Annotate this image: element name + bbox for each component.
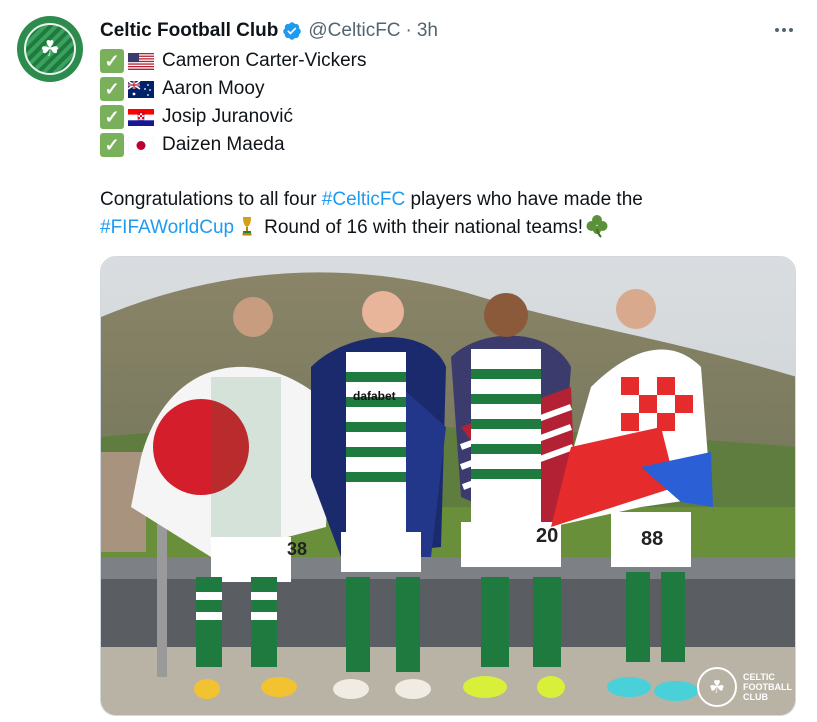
player-name: Josip Juranović xyxy=(162,106,293,127)
list-item: ✓ Daizen Maeda xyxy=(100,131,366,159)
shirt-number: 20 xyxy=(536,525,558,547)
shamrock-icon xyxy=(586,215,608,238)
display-name[interactable]: Celtic Football Club xyxy=(100,20,278,42)
celtic-crest-icon: ☘ xyxy=(24,23,76,75)
celtic-watermark: ☘ CELTIC FOOTBALL CLUB xyxy=(697,667,792,707)
tweet-text-part: Congratulations to all four xyxy=(100,189,322,210)
avatar[interactable]: ☘ xyxy=(17,16,83,82)
list-item: ✓ Cameron Carter-Vickers xyxy=(100,47,366,75)
tweet-photo[interactable]: 38 dafabet 20 88 ☘ CELTIC FOOTBALL CLUB xyxy=(100,256,796,716)
handle[interactable]: @CelticFC xyxy=(308,20,400,42)
check-mark-icon: ✓ xyxy=(100,77,124,101)
celtic-crest-icon: ☘ xyxy=(697,667,737,707)
japan-flag-icon xyxy=(128,136,154,154)
team-photo: 38 dafabet 20 88 xyxy=(101,257,795,715)
list-item: ✓ Aaron Mooy xyxy=(100,75,366,103)
player-name: Daizen Maeda xyxy=(162,134,285,155)
hashtag-link[interactable]: #FIFAWorldCup xyxy=(100,217,234,238)
player-name: Cameron Carter-Vickers xyxy=(162,50,367,71)
shirt-number: 38 xyxy=(287,539,307,559)
tweet-text-part: players who have made the xyxy=(405,189,643,210)
shirt-number: 88 xyxy=(641,528,663,550)
check-mark-icon: ✓ xyxy=(100,49,124,73)
australia-flag-icon xyxy=(128,80,154,98)
timestamp[interactable]: 3h xyxy=(417,20,438,42)
player-name: Aaron Mooy xyxy=(162,78,265,99)
tweet-text: Congratulations to all four #CelticFC pl… xyxy=(100,186,780,242)
kit-sponsor: dafabet xyxy=(353,389,396,403)
usa-flag-icon xyxy=(128,52,154,70)
trophy-icon xyxy=(242,217,252,236)
tweet-text-part: Round of 16 with their national teams! xyxy=(264,217,584,238)
verified-badge-icon xyxy=(283,22,302,40)
hashtag-link[interactable]: #CelticFC xyxy=(322,189,405,210)
player-list: ✓ Cameron Carter-Vickers ✓ Aaron Mooy ✓ … xyxy=(100,47,366,159)
more-options-button[interactable] xyxy=(770,20,798,40)
check-mark-icon: ✓ xyxy=(100,133,124,157)
separator: · xyxy=(405,20,412,41)
tweet-header: Celtic Football Club @CelticFC · 3h xyxy=(100,18,438,44)
check-mark-icon: ✓ xyxy=(100,105,124,129)
list-item: ✓ Josip Juranović xyxy=(100,103,366,131)
croatia-flag-icon xyxy=(128,108,154,126)
